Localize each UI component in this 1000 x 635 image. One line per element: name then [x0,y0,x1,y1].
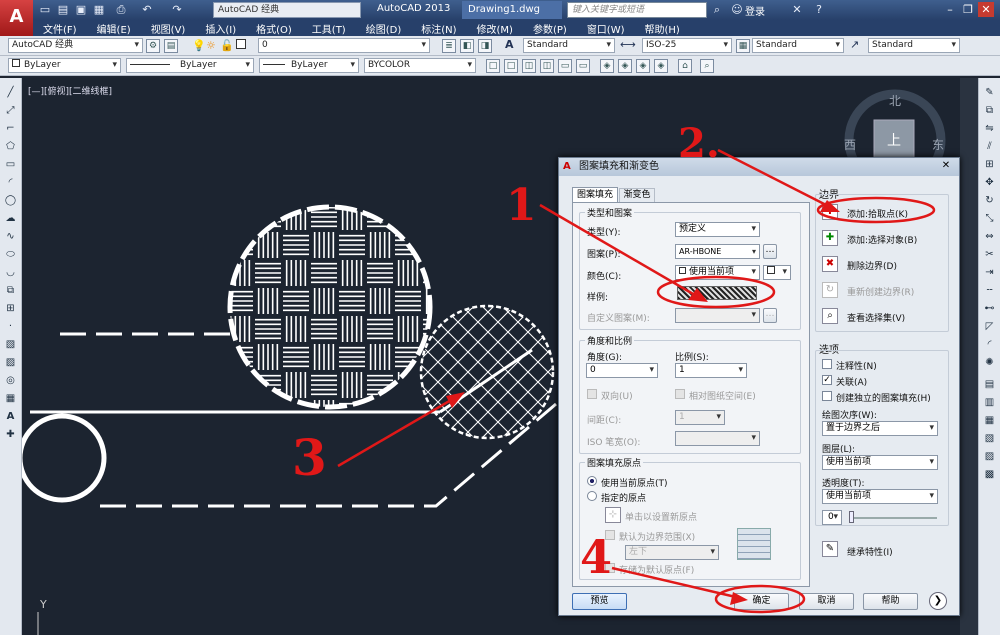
arrow-2 [717,148,833,210]
annotation-1: 1 [506,180,537,231]
arrow-4-head [730,592,748,605]
arrow-3-head [446,392,465,408]
annotation-3: 3 [292,428,327,487]
annotation-overlay [337,148,936,614]
arrow-4 [611,566,741,600]
highlight-ok [714,584,806,614]
arrow-1-head [688,288,708,302]
annotation-4: 4 [580,530,613,584]
highlight-swatch [656,275,776,309]
arrow-1 [539,203,701,300]
annotation-2: 2. [678,120,720,167]
arrow-3 [337,394,459,468]
